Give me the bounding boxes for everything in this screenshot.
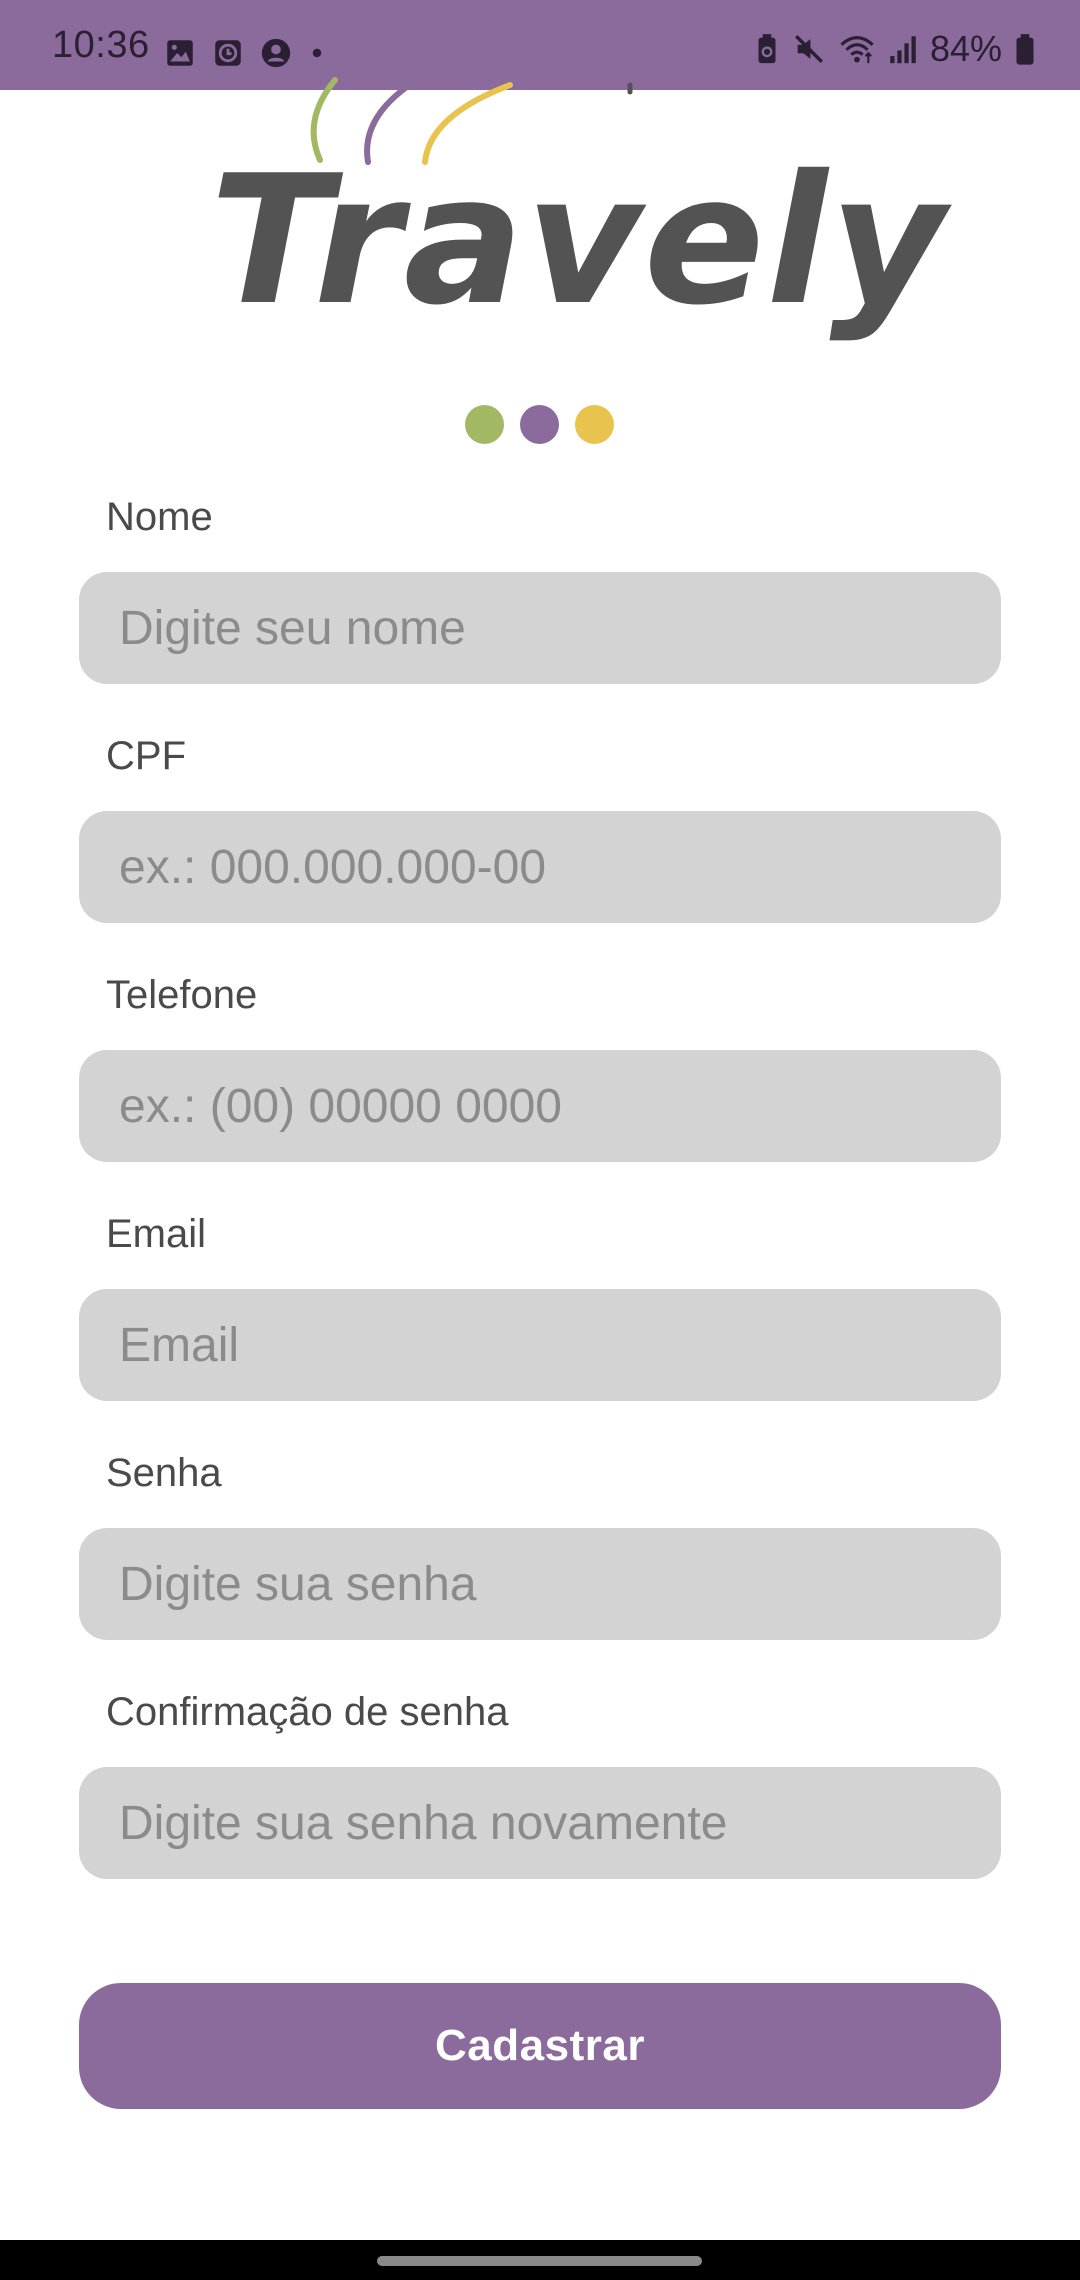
name-label: Nome xyxy=(106,495,213,539)
navigation-bar xyxy=(0,2240,1080,2280)
image-icon xyxy=(163,36,197,70)
email-label: Email xyxy=(106,1212,207,1256)
password-label: Senha xyxy=(106,1451,222,1495)
register-button[interactable]: Cadastrar xyxy=(79,1983,1001,2109)
cpf-label: CPF xyxy=(106,734,186,778)
name-input[interactable] xyxy=(79,572,1001,684)
home-gesture-handle[interactable] xyxy=(377,2256,702,2266)
email-input[interactable] xyxy=(79,1289,1001,1401)
alarm-clock-icon xyxy=(211,36,245,70)
status-time: 10:36 xyxy=(52,24,150,66)
status-notification-icons xyxy=(163,36,327,70)
cpf-input[interactable] xyxy=(79,811,1001,923)
status-bar: 10:36 84% xyxy=(0,0,1080,90)
battery-percentage: 84% xyxy=(929,28,1002,69)
battery-saver-icon xyxy=(754,32,780,66)
phone-label: Telefone xyxy=(106,973,258,1017)
password-confirm-label: Confirmação de senha xyxy=(106,1690,509,1734)
indicator-dot-green xyxy=(465,405,504,444)
dot-icon xyxy=(307,36,327,70)
logo-wordmark: Travely xyxy=(210,137,948,344)
indicator-dot-yellow xyxy=(575,405,614,444)
status-system-icons: 84% xyxy=(754,30,1036,68)
mute-icon xyxy=(792,32,826,66)
page-indicator xyxy=(465,405,614,444)
app-logo: Travely xyxy=(190,75,946,370)
account-icon xyxy=(259,36,293,70)
password-input[interactable] xyxy=(79,1528,1001,1640)
battery-icon xyxy=(1014,32,1036,66)
indicator-dot-purple xyxy=(520,405,559,444)
wifi-icon xyxy=(838,32,876,66)
password-confirm-input[interactable] xyxy=(79,1767,1001,1879)
signal-icon xyxy=(888,32,918,66)
phone-input[interactable] xyxy=(79,1050,1001,1162)
